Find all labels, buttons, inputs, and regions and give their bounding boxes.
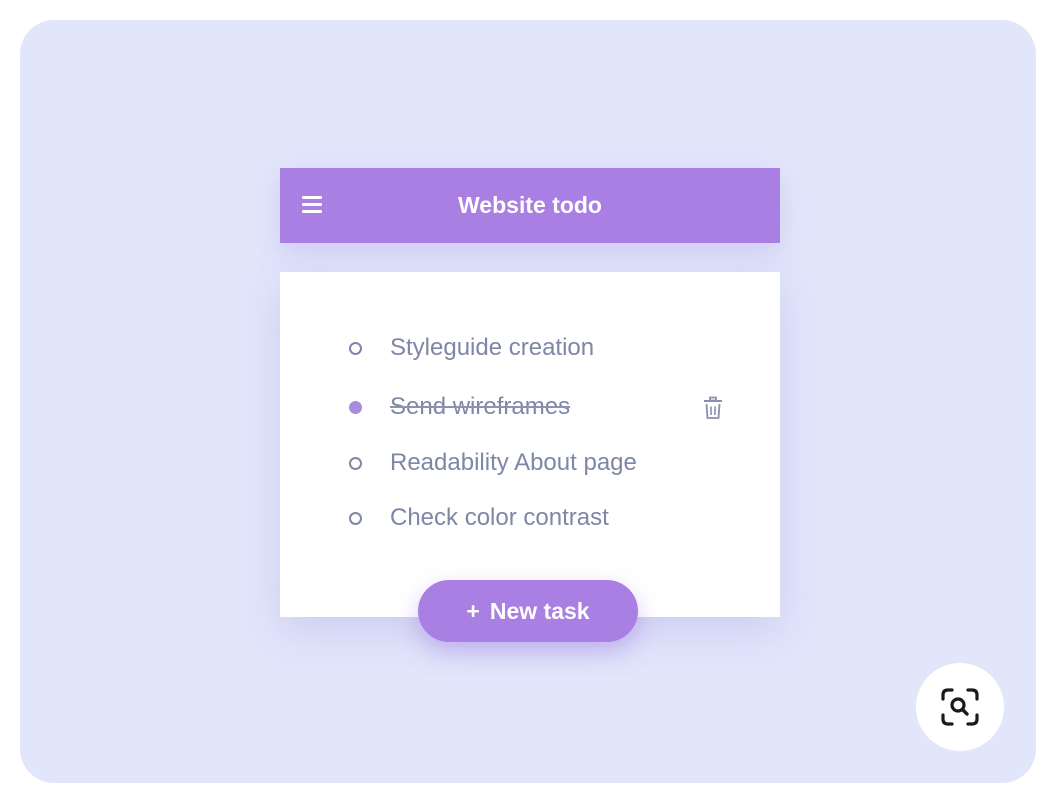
task-item: Send wireframes	[280, 390, 780, 424]
task-label[interactable]: Styleguide creation	[390, 331, 594, 365]
task-label[interactable]: Check color contrast	[390, 501, 609, 535]
new-task-label: New task	[489, 598, 590, 624]
task-item: Readability About page	[280, 446, 780, 480]
task-label[interactable]: Send wireframes	[390, 390, 570, 424]
task-status-toggle[interactable]	[349, 342, 362, 355]
visual-search-button[interactable]	[916, 663, 1004, 751]
plus-icon: +	[466, 598, 480, 624]
task-item: Styleguide creation	[280, 331, 780, 365]
page-title: Website todo	[458, 192, 602, 218]
app-canvas: Website todo Styleguide creation Send wi…	[20, 20, 1036, 783]
app-header: Website todo	[280, 168, 780, 243]
task-status-toggle[interactable]	[349, 512, 362, 525]
trash-icon[interactable]	[702, 396, 724, 420]
task-status-toggle[interactable]	[349, 401, 362, 414]
task-label[interactable]: Readability About page	[390, 446, 637, 480]
new-task-button[interactable]: + New task	[418, 580, 638, 642]
todo-card: Styleguide creation Send wireframes Read…	[280, 272, 780, 617]
visual-search-icon	[941, 688, 979, 726]
task-item: Check color contrast	[280, 501, 780, 535]
task-status-toggle[interactable]	[349, 457, 362, 470]
